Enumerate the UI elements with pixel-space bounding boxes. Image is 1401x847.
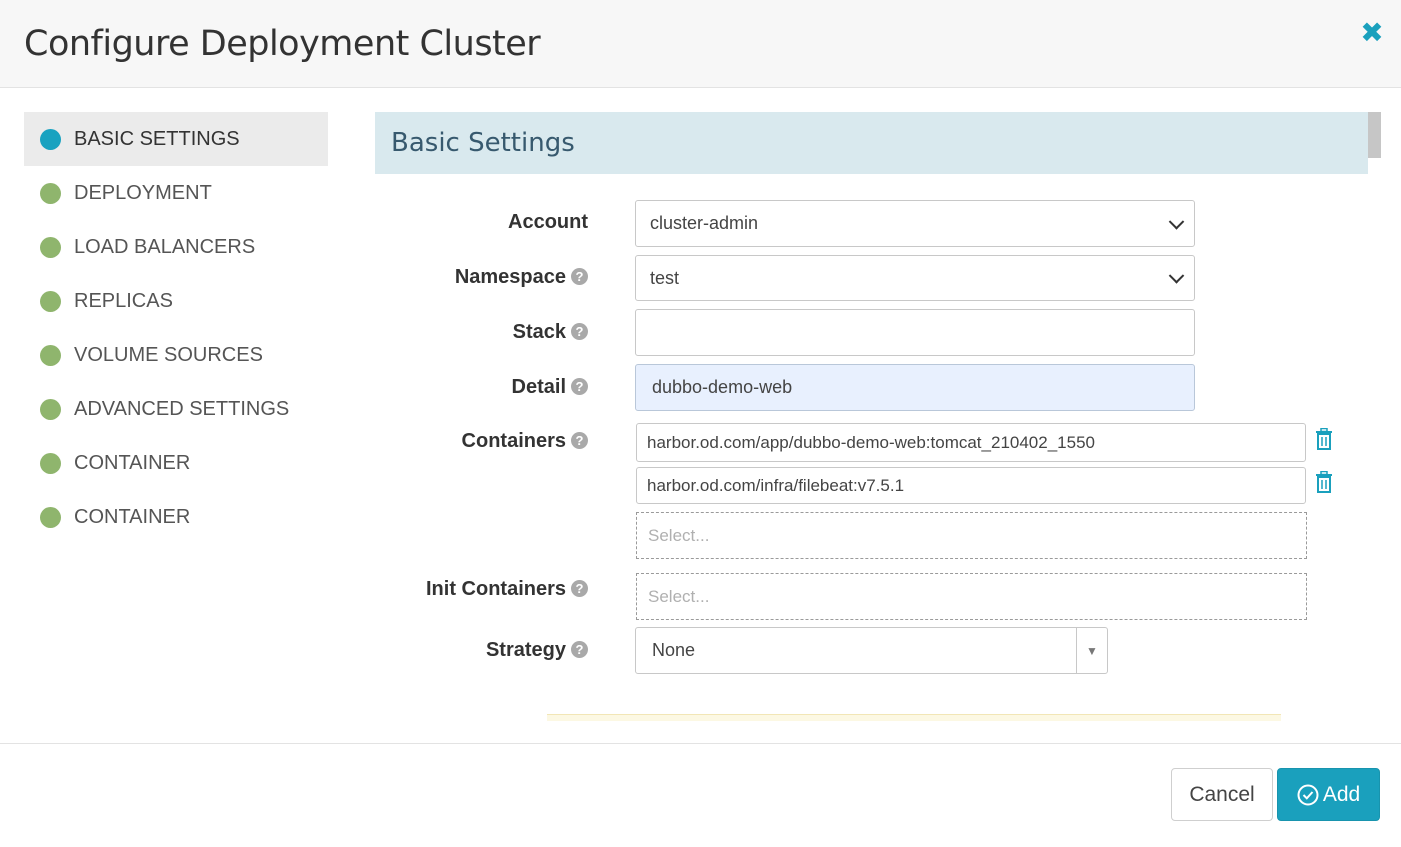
account-label: Account [508, 211, 588, 233]
dialog-header: Configure Deployment Cluster ✖ [0, 0, 1401, 88]
add-button-label: Add [1322, 782, 1361, 806]
scrollbar-thumb[interactable] [1368, 112, 1381, 158]
info-panel [547, 714, 1281, 721]
nav-item-label: VOLUME SOURCES [74, 343, 263, 366]
nav-item-label: LOAD BALANCERS [74, 235, 256, 258]
help-icon[interactable]: ? [571, 378, 588, 395]
status-dot-icon [40, 128, 61, 150]
nav-item-label: CONTAINER [74, 451, 191, 474]
detail-input[interactable]: dubbo-demo-web [635, 364, 1195, 411]
add-button[interactable]: Add [1277, 768, 1380, 821]
help-icon[interactable]: ? [571, 580, 588, 597]
help-icon[interactable]: ? [571, 323, 588, 340]
container-item[interactable]: harbor.od.com/app/dubbo-demo-web:tomcat_… [636, 423, 1306, 462]
init-containers-placeholder: Select... [648, 586, 710, 606]
strategy-select[interactable]: None ▼ [635, 627, 1108, 674]
namespace-label: Namespace? [455, 266, 588, 289]
close-icon[interactable]: ✖ [1357, 18, 1387, 48]
account-value: cluster-admin [650, 213, 759, 233]
stack-label: Stack? [513, 321, 588, 344]
container-item-value: harbor.od.com/infra/filebeat:v7.5.1 [647, 475, 905, 495]
dialog-title: Configure Deployment Cluster [24, 24, 541, 64]
trash-icon[interactable] [1315, 470, 1335, 495]
status-dot-icon [40, 452, 61, 474]
container-item-value: harbor.od.com/app/dubbo-demo-web:tomcat_… [647, 432, 1095, 452]
namespace-select[interactable]: test [635, 255, 1195, 301]
cancel-button-label: Cancel [1189, 782, 1255, 806]
check-circle-icon [1297, 784, 1319, 805]
detail-label: Detail? [512, 376, 588, 399]
status-dot-icon [40, 182, 61, 204]
caret-down-icon: ▼ [1076, 628, 1107, 673]
container-item[interactable]: harbor.od.com/infra/filebeat:v7.5.1 [636, 467, 1306, 504]
namespace-value: test [650, 267, 680, 288]
section-header: Basic Settings [375, 112, 1368, 174]
init-containers-select-input[interactable]: Select... [636, 573, 1307, 620]
nav-item-label: CONTAINER [74, 505, 191, 528]
nav-item-label: DEPLOYMENT [74, 181, 212, 204]
nav-item-container-2[interactable]: CONTAINER [24, 490, 328, 544]
stack-input[interactable] [635, 309, 1195, 356]
help-icon[interactable]: ? [571, 641, 588, 658]
status-dot-icon [40, 290, 61, 312]
strategy-value: None [652, 640, 696, 660]
help-icon[interactable]: ? [571, 268, 588, 285]
nav-item-container-1[interactable]: CONTAINER [24, 436, 328, 490]
help-icon[interactable]: ? [571, 432, 588, 449]
status-dot-icon [40, 398, 61, 420]
account-select[interactable]: cluster-admin [635, 200, 1195, 247]
init-containers-label: Init Containers? [426, 578, 588, 601]
nav-item-label: REPLICAS [74, 289, 173, 312]
sidebar-nav: BASIC SETTINGS DEPLOYMENT LOAD BALANCERS… [24, 112, 328, 544]
detail-value: dubbo-demo-web [652, 377, 793, 397]
nav-item-volume-sources[interactable]: VOLUME SOURCES [24, 328, 328, 382]
nav-item-basic-settings[interactable]: BASIC SETTINGS [24, 112, 328, 166]
nav-item-label: BASIC SETTINGS [74, 127, 240, 150]
chevron-down-icon [1168, 268, 1185, 284]
section-title: Basic Settings [391, 128, 575, 158]
trash-icon[interactable] [1315, 427, 1335, 452]
cancel-button[interactable]: Cancel [1171, 768, 1273, 821]
status-dot-icon [40, 344, 61, 366]
status-dot-icon [40, 236, 61, 258]
containers-select-input[interactable]: Select... [636, 512, 1307, 559]
containers-label: Containers? [462, 430, 588, 453]
containers-placeholder: Select... [648, 525, 710, 545]
status-dot-icon [40, 506, 61, 528]
strategy-label: Strategy? [486, 639, 588, 662]
nav-item-label: ADVANCED SETTINGS [74, 397, 290, 420]
nav-item-advanced-settings[interactable]: ADVANCED SETTINGS [24, 382, 328, 436]
nav-item-deployment[interactable]: DEPLOYMENT [24, 166, 328, 220]
nav-item-replicas[interactable]: REPLICAS [24, 274, 328, 328]
chevron-down-icon [1168, 213, 1185, 230]
nav-item-load-balancers[interactable]: LOAD BALANCERS [24, 220, 328, 274]
